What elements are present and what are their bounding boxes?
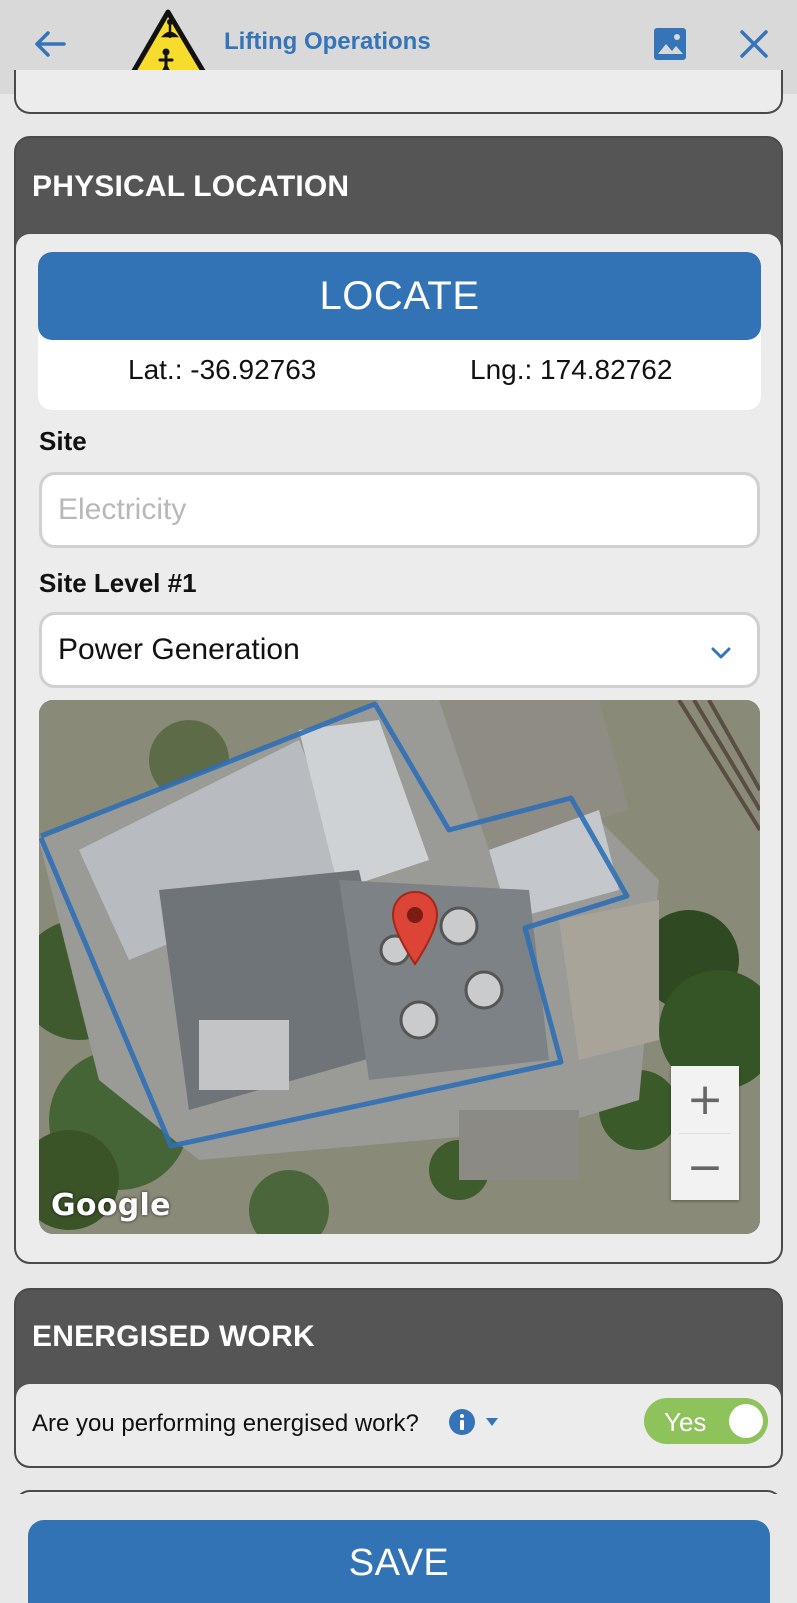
map-attribution-logo: Google (51, 1188, 171, 1223)
locate-button[interactable]: LOCATE (38, 252, 761, 340)
latitude-value: Lat.: -36.92763 (128, 354, 317, 385)
energised-work-question: Are you performing energised work? (32, 1410, 419, 1437)
arrow-left-icon[interactable] (30, 24, 70, 64)
previous-section-card (14, 70, 783, 114)
close-icon[interactable] (734, 24, 774, 64)
section-heading: ENERGISED WORK (32, 1320, 315, 1353)
image-icon[interactable] (650, 24, 690, 64)
caret-down-icon[interactable] (484, 1416, 500, 1428)
map-zoom-control: + − (671, 1066, 739, 1200)
zoom-out-button[interactable]: − (671, 1134, 739, 1201)
energised-work-toggle[interactable]: Yes (644, 1398, 768, 1444)
section-heading: PHYSICAL LOCATION (32, 170, 350, 203)
toggle-label: Yes (664, 1407, 707, 1437)
app-title: Lifting Operations (224, 28, 431, 55)
longitude-value: Lng.: 174.82762 (470, 354, 673, 385)
site-level-value: Power Generation (58, 633, 300, 666)
info-icon[interactable] (448, 1408, 476, 1436)
energised-work-section: ENERGISED WORK Are you performing energi… (14, 1288, 783, 1468)
satellite-imagery (39, 700, 760, 1234)
site-input[interactable]: Electricity (39, 472, 760, 548)
toggle-knob (729, 1404, 763, 1438)
section-body: LOCATE Lat.: -36.92763 Lng.: 174.82762 S… (16, 234, 781, 1262)
zoom-in-button[interactable]: + (671, 1066, 739, 1133)
satellite-map[interactable]: + − Google (39, 700, 760, 1234)
section-body: Are you performing energised work? Yes (16, 1384, 781, 1466)
map-marker-icon[interactable] (391, 890, 439, 966)
chevron-down-icon (711, 647, 731, 659)
physical-location-section: PHYSICAL LOCATION LOCATE Lat.: -36.92763… (14, 136, 783, 1264)
site-label: Site (39, 426, 87, 456)
site-level-label: Site Level #1 (39, 568, 197, 598)
save-button[interactable]: SAVE (28, 1520, 770, 1603)
locate-card: LOCATE Lat.: -36.92763 Lng.: 174.82762 (38, 252, 761, 410)
footer-bar: SAVE (0, 1494, 797, 1603)
site-level-select[interactable]: Power Generation (39, 612, 760, 688)
